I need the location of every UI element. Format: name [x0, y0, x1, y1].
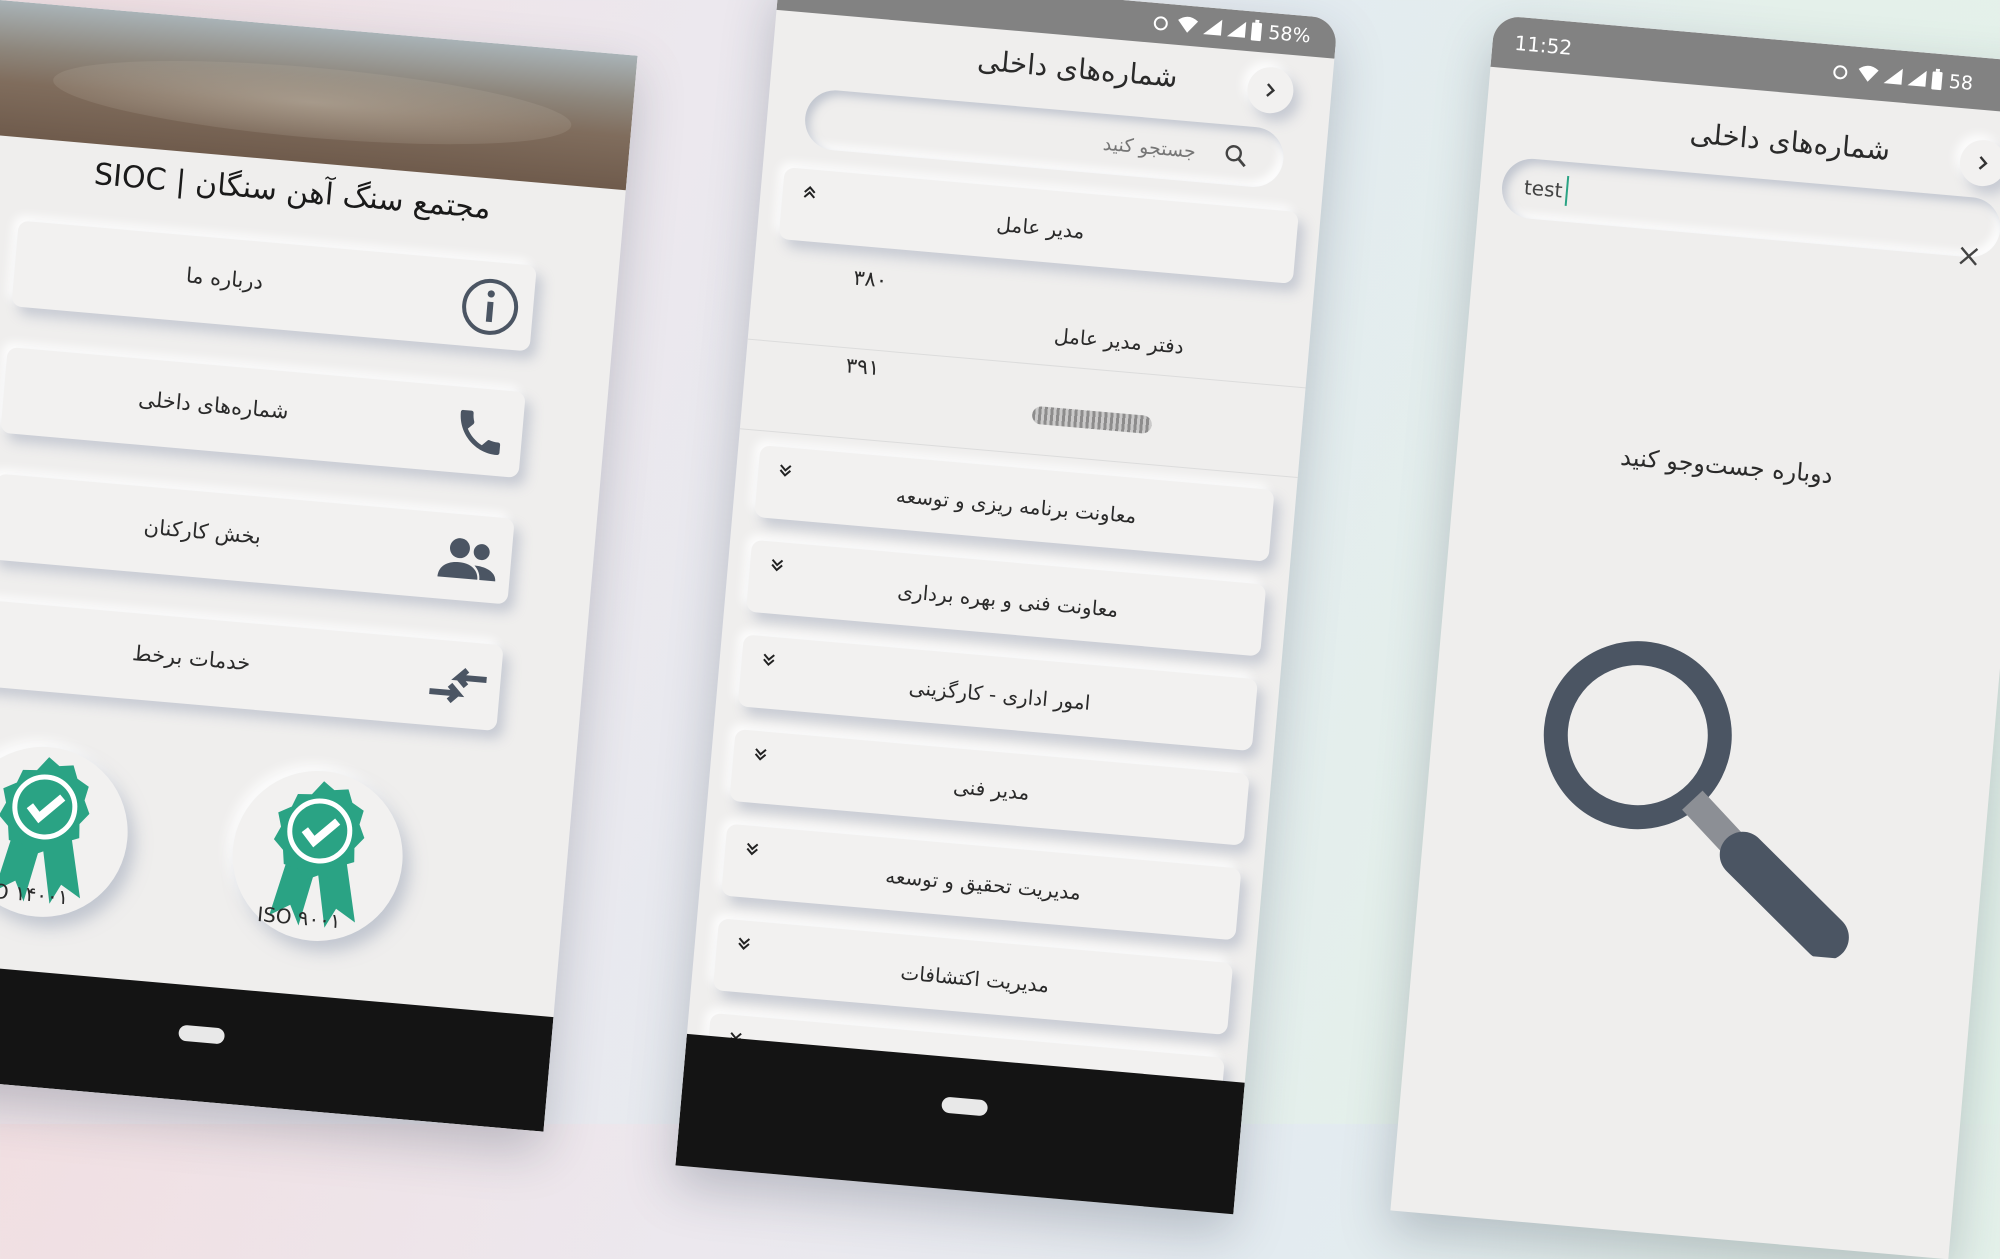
iso-badge-14001: ISO ۱۴۰۰۱: [0, 739, 135, 924]
chevron-double-down-icon: [746, 842, 759, 856]
group-label: مدیریت تحقیق و توسعه: [884, 863, 1082, 905]
search-icon: [1225, 145, 1246, 168]
alarm-icon: [1153, 16, 1168, 31]
home-pill-button[interactable]: [941, 1096, 989, 1117]
back-button[interactable]: [1958, 138, 2000, 189]
group-hr[interactable]: امور اداری - کارگزینی: [737, 634, 1258, 752]
chevron-double-down-icon: [763, 653, 775, 667]
group-label: امور اداری - کارگزینی: [907, 675, 1092, 715]
battery-icon: [1931, 68, 1943, 91]
signal-icon: [1203, 19, 1223, 36]
menu-label: خدمات برخط: [131, 641, 252, 676]
menu-item-online-services[interactable]: خدمات برخط: [0, 600, 504, 732]
text-cursor: [1564, 175, 1570, 206]
menu-item-about[interactable]: درباره ما: [11, 220, 537, 352]
battery-icon: [1250, 19, 1263, 42]
wifi-icon: [1858, 65, 1879, 82]
phone-search: 11:52 58 شماره‌های داخلی test دوباره جست…: [1390, 15, 2000, 1259]
status-bar: 11:52 58: [1490, 15, 2000, 116]
search-input[interactable]: [893, 109, 1200, 169]
transfer-arrows-icon: [429, 667, 487, 704]
menu-label: بخش کارکنان: [142, 514, 263, 549]
entry-extension: ۳۹۱: [844, 353, 881, 381]
page-title: شماره‌های داخلی: [976, 43, 1179, 94]
group-research[interactable]: مدیریت تحقیق و توسعه: [721, 823, 1242, 941]
navigation-bar: [0, 961, 554, 1132]
signal-icon: [1907, 70, 1927, 87]
chevron-double-down-icon: [771, 558, 784, 572]
chevron-double-down-icon: [779, 464, 792, 477]
group-label: مدیر فنی: [952, 774, 1031, 805]
status-time: 11:52: [1513, 30, 1574, 60]
chevron-double-down-icon: [754, 748, 767, 761]
menu-label: درباره ما: [185, 263, 265, 294]
search-box[interactable]: test: [1499, 156, 2000, 266]
home-pill-button[interactable]: [177, 1024, 226, 1045]
group-label: مدیریت اکتشافات: [899, 960, 1051, 998]
menu-item-staff[interactable]: بخش کارکنان: [0, 473, 515, 605]
phone-icon: [460, 409, 501, 456]
iso-badge-9001: ISO ۹۰۰۱: [225, 763, 410, 949]
page-title: شماره‌های داخلی: [1688, 116, 1892, 167]
battery-percent: 58: [1947, 70, 1974, 95]
group-label: مدیر عامل: [995, 211, 1086, 244]
phone-home: مجتمع سنگ آهن سنگان | SIOC درباره ما شما…: [0, 0, 638, 1132]
magnifier-illustration-icon: [1543, 641, 1849, 960]
empty-state-message: دوباره جست‌وجو کنید: [1619, 442, 1834, 490]
chevron-double-up-icon: [803, 186, 816, 199]
signal-icon: [1226, 21, 1247, 38]
search-input[interactable]: test: [1523, 175, 1563, 202]
people-icon: [437, 538, 496, 582]
entry-extension: ۳۸۰: [852, 265, 889, 293]
info-icon: [462, 278, 519, 335]
signal-icon: [1883, 68, 1903, 85]
clear-icon[interactable]: [1957, 244, 1981, 268]
menu-label: شماره‌های داخلی: [137, 386, 290, 424]
chevron-double-down-icon: [738, 937, 751, 950]
group-label: معاونت فنی و بهره برداری: [896, 578, 1120, 622]
group-exploration[interactable]: مدیریت اکتشافات: [712, 918, 1234, 1036]
wifi-icon: [1178, 16, 1199, 33]
group-technical-operations[interactable]: معاونت فنی و بهره برداری: [745, 539, 1267, 657]
phone-directory: 58% شماره‌های داخلی مدیر عامل ۳۸۰ دفتر م…: [675, 0, 1338, 1215]
entry-name: دفتر مدیر عامل: [1053, 323, 1185, 359]
battery-percent: 58%: [1267, 21, 1312, 48]
menu-item-internal-numbers[interactable]: شماره‌های داخلی: [0, 346, 526, 478]
group-technical-manager[interactable]: مدیر فنی: [729, 729, 1250, 846]
back-button[interactable]: [1245, 65, 1296, 116]
redacted-name: [1031, 405, 1153, 435]
group-label: معاونت برنامه ریزی و توسعه: [895, 483, 1138, 529]
chevron-right-icon: [1266, 83, 1276, 97]
chevron-right-icon: [1978, 156, 1988, 170]
alarm-icon: [1833, 65, 1848, 80]
